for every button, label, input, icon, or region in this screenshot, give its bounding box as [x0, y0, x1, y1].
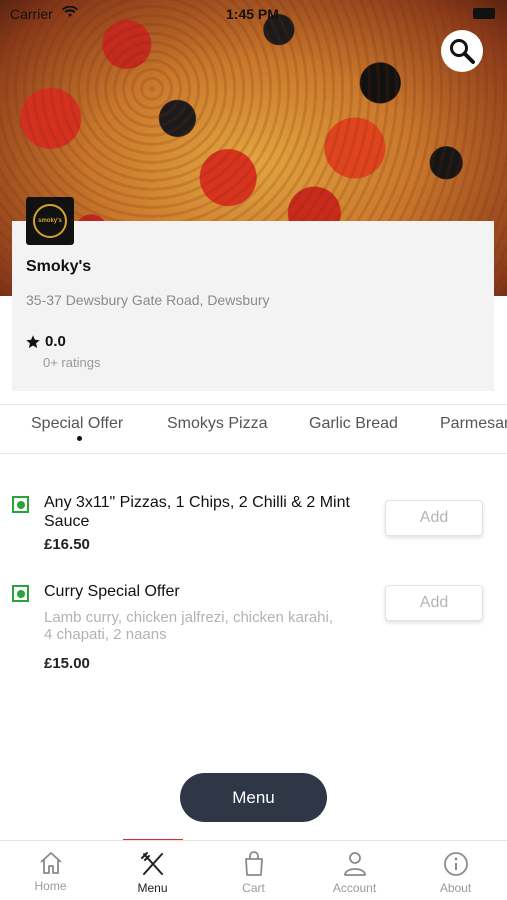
menu-item-price: £16.50 [44, 536, 90, 553]
search-icon [450, 39, 475, 64]
store-info-card: smoky's Smoky's 35-37 Dewsbury Gate Road… [12, 197, 494, 391]
tab-special-offer[interactable]: Special Offer [31, 415, 123, 433]
tab-smokys-pizza[interactable]: Smokys Pizza [167, 415, 267, 433]
bag-icon [244, 851, 263, 876]
category-tabs: Special Offer Smokys Pizza Garlic Bread … [0, 404, 507, 454]
search-button[interactable] [441, 30, 483, 72]
star-icon [26, 334, 40, 348]
wifi-icon [62, 5, 78, 21]
info-icon [443, 852, 468, 876]
menu-item: Curry Special Offer Lamb curry, chicken … [12, 582, 494, 677]
store-rating: 0.0 [25, 333, 66, 350]
nav-label-about: About [439, 881, 472, 895]
store-logo-text: smoky's [38, 218, 62, 224]
menu-item-description: Lamb curry, chicken jalfrezi, chicken ka… [44, 609, 333, 643]
ratings-count: 0+ ratings [43, 355, 101, 370]
menu-item: Any 3x11" Pizzas, 1 Chips, 2 Chilli & 2 … [12, 493, 494, 563]
add-button[interactable]: Add [385, 585, 483, 621]
store-logo: smoky's [26, 197, 74, 245]
user-icon [343, 852, 366, 876]
rating-value: 0.0 [45, 333, 66, 350]
veg-indicator-icon [12, 585, 29, 602]
nav-item-menu[interactable]: Menu [102, 841, 203, 900]
nav-item-cart[interactable]: Cart [203, 841, 304, 900]
status-time: 1:45 PM [226, 6, 279, 22]
active-tab-indicator [77, 436, 82, 441]
nav-label-cart: Cart [242, 881, 265, 895]
status-bar: Carrier 1:45 PM [0, 0, 507, 28]
battery-icon [473, 8, 495, 19]
store-name: Smoky's [26, 258, 92, 275]
nav-item-account[interactable]: Account [304, 841, 405, 900]
home-icon [39, 852, 62, 874]
menu-item-title: Any 3x11" Pizzas, 1 Chips, 2 Chilli & 2 … [44, 494, 350, 530]
carrier-label: Carrier [10, 6, 53, 22]
veg-indicator-icon [12, 496, 29, 513]
store-address: 35-37 Dewsbury Gate Road, Dewsbury [26, 292, 270, 308]
bottom-nav: Home Menu Cart Account About [0, 840, 507, 900]
nav-item-home[interactable]: Home [0, 841, 101, 900]
nav-label-account: Account [332, 881, 377, 895]
nav-label-home: Home [34, 879, 67, 893]
menu-button[interactable]: Menu [180, 773, 327, 822]
nav-label-menu: Menu [137, 881, 168, 895]
menu-item-title: Curry Special Offer [44, 583, 180, 600]
tab-garlic-bread[interactable]: Garlic Bread [309, 415, 398, 433]
tab-parmesan[interactable]: Parmesan [440, 415, 507, 433]
add-button[interactable]: Add [385, 500, 483, 536]
fork-knife-icon [140, 852, 163, 875]
nav-item-about[interactable]: About [405, 841, 506, 900]
menu-item-price: £15.00 [44, 655, 90, 672]
